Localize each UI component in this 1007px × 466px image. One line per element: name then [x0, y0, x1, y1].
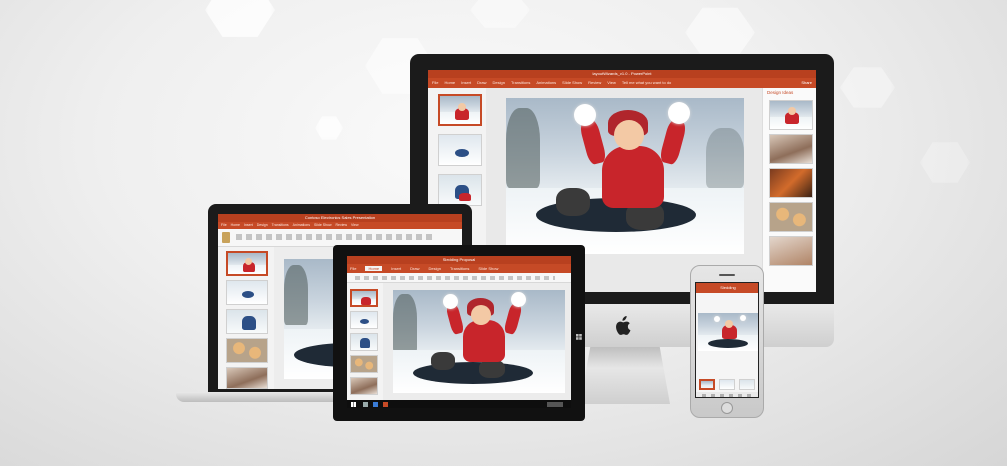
- tab-design[interactable]: Design: [428, 266, 440, 271]
- main-slide-photo[interactable]: [698, 313, 758, 351]
- slide-thumbnail[interactable]: [226, 251, 268, 276]
- slide-thumbnail[interactable]: [350, 311, 378, 329]
- slide-thumbnail[interactable]: [350, 355, 378, 373]
- bokeh-hexagon: [470, 0, 530, 28]
- tab-insert[interactable]: Insert: [391, 266, 401, 271]
- window-title-bar: layoutWizards_v1.0 - PowerPoint: [428, 70, 816, 78]
- tab-review[interactable]: Review: [588, 80, 601, 85]
- slide-thumbnail[interactable]: [350, 289, 378, 307]
- tab-review[interactable]: Review: [336, 223, 347, 227]
- tab-insert[interactable]: Insert: [461, 80, 471, 85]
- tab-file[interactable]: File: [221, 223, 227, 227]
- slide-thumbnail[interactable]: [699, 379, 715, 390]
- design-idea[interactable]: [769, 100, 813, 130]
- bokeh-hexagon: [205, 0, 275, 37]
- phone-title: Sledding: [720, 285, 736, 290]
- toolbar-strip: [702, 394, 754, 397]
- monitor-stand: [580, 344, 670, 404]
- tab-file[interactable]: File: [432, 80, 438, 85]
- share-button[interactable]: Share: [801, 80, 812, 85]
- phone-speaker: [719, 274, 735, 276]
- tablet-screen: Sledding Proposal File Home Insert Draw …: [347, 256, 571, 408]
- design-ideas-pane: Design Ideas: [762, 88, 816, 292]
- tab-slide-show[interactable]: Slide Show: [314, 223, 332, 227]
- tab-home[interactable]: Home: [365, 266, 383, 271]
- window-title: layoutWizards_v1.0 - PowerPoint: [592, 71, 652, 76]
- paste-icon[interactable]: [222, 232, 230, 243]
- windows-logo-icon: [576, 327, 582, 340]
- slide-thumbnail[interactable]: [438, 174, 482, 206]
- main-slide-photo[interactable]: [506, 98, 744, 254]
- main-slide-photo[interactable]: [393, 290, 565, 393]
- tell-me-search[interactable]: Tell me what you want to do: [622, 80, 671, 85]
- system-tray-icon[interactable]: [547, 401, 563, 407]
- design-idea[interactable]: [769, 134, 813, 164]
- tab-view[interactable]: View: [607, 80, 616, 85]
- window-title: Contoso Electronics Sales Presentation: [304, 215, 376, 220]
- bokeh-hexagon: [315, 116, 343, 140]
- windows-taskbar: [347, 400, 571, 408]
- tab-home[interactable]: Home: [231, 223, 240, 227]
- ribbon-commands: [347, 273, 571, 283]
- phone-screen: Sledding: [695, 282, 759, 398]
- slide-thumbnail[interactable]: [438, 94, 482, 126]
- slide-thumbnail[interactable]: [350, 377, 378, 395]
- tab-home[interactable]: Home: [444, 80, 455, 85]
- phone-thumbnail-strip: [696, 379, 758, 391]
- tab-transitions[interactable]: Transitions: [511, 80, 530, 85]
- tab-slide-show[interactable]: Slide Show: [562, 80, 582, 85]
- ribbon-tabs: File Home Insert Draw Design Transitions…: [347, 264, 571, 273]
- design-idea[interactable]: [769, 168, 813, 198]
- slide-thumbnail-panel: [347, 283, 383, 400]
- tab-transitions[interactable]: Transitions: [450, 266, 469, 271]
- tab-view[interactable]: View: [351, 223, 359, 227]
- slide-thumbnail[interactable]: [438, 134, 482, 166]
- ribbon-tabs: File Home Insert Draw Design Transitions…: [428, 78, 816, 88]
- tab-draw[interactable]: Draw: [410, 266, 419, 271]
- tab-animations[interactable]: Animations: [536, 80, 556, 85]
- tab-animations[interactable]: Animations: [293, 223, 310, 227]
- tab-draw[interactable]: Draw: [477, 80, 486, 85]
- taskbar-app-icon[interactable]: [383, 401, 388, 407]
- ribbon-toolbar-strip: [236, 234, 436, 240]
- ribbon-toolbar-strip: [355, 276, 555, 280]
- tab-design[interactable]: Design: [257, 223, 268, 227]
- window-title-bar: Contoso Electronics Sales Presentation: [218, 214, 462, 222]
- windows-start-icon[interactable]: [351, 401, 356, 407]
- slide-thumbnail[interactable]: [350, 333, 378, 351]
- slide-thumbnail[interactable]: [226, 280, 268, 305]
- design-idea[interactable]: [769, 236, 813, 266]
- phone-bottom-toolbar: [696, 392, 758, 397]
- tablet: Sledding Proposal File Home Insert Draw …: [333, 245, 585, 421]
- bokeh-hexagon: [920, 142, 970, 183]
- slide-thumbnail[interactable]: [226, 338, 268, 363]
- apple-logo-icon: [613, 316, 631, 336]
- tab-file[interactable]: File: [350, 266, 356, 271]
- tab-transitions[interactable]: Transitions: [272, 223, 289, 227]
- ribbon-tabs: File Home Insert Design Transitions Anim…: [218, 222, 462, 229]
- bokeh-hexagon: [840, 67, 895, 108]
- slide-thumbnail[interactable]: [226, 309, 268, 334]
- tab-insert[interactable]: Insert: [244, 223, 253, 227]
- phone-home-button[interactable]: [721, 402, 733, 414]
- slide-thumbnail-panel: [218, 247, 274, 389]
- window-title-bar: Sledding Proposal: [347, 256, 571, 264]
- slide-thumbnail[interactable]: [719, 379, 735, 390]
- phone-title-bar: Sledding: [696, 283, 758, 293]
- design-idea[interactable]: [769, 202, 813, 232]
- taskbar-app-icon[interactable]: [363, 401, 368, 407]
- tab-design[interactable]: Design: [492, 80, 504, 85]
- tab-slide-show[interactable]: Slide Show: [478, 266, 498, 271]
- slide-thumbnail[interactable]: [226, 367, 268, 389]
- design-ideas-title: Design Ideas: [767, 90, 794, 95]
- window-title: Sledding Proposal: [442, 257, 476, 262]
- bokeh-hexagon: [685, 7, 755, 58]
- taskbar-app-icon[interactable]: [373, 401, 378, 407]
- phone: Sledding: [690, 265, 764, 418]
- slide-thumbnail[interactable]: [739, 379, 755, 390]
